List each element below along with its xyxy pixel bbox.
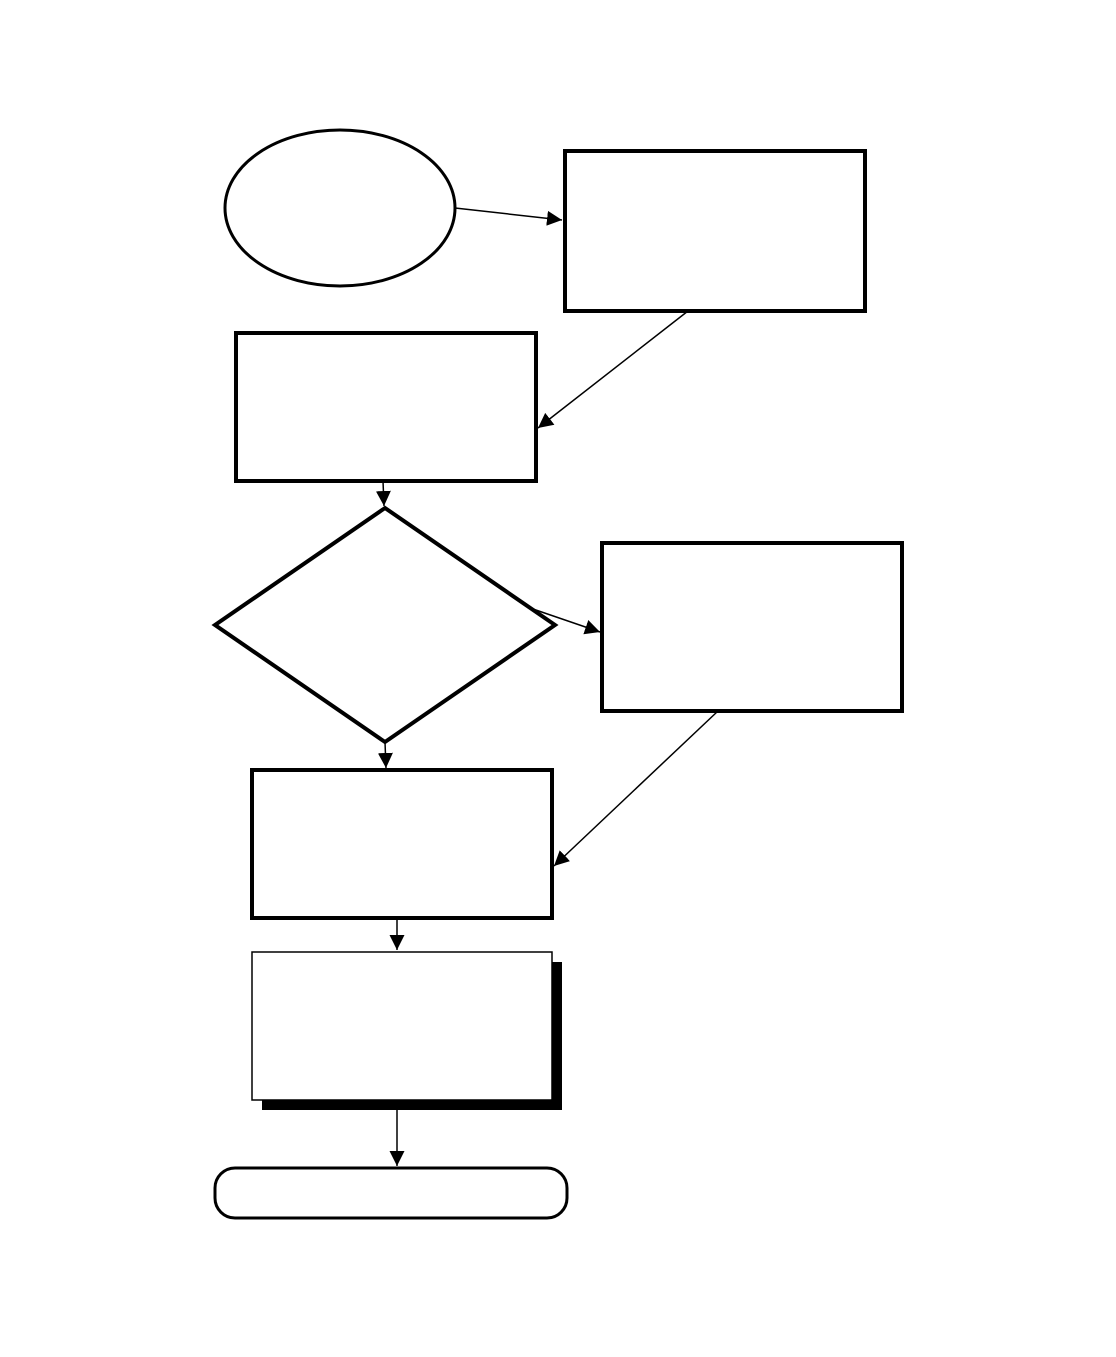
process-box-2 bbox=[236, 333, 536, 481]
arrow-box3-to-box4 bbox=[554, 711, 718, 866]
flowchart-canvas bbox=[0, 0, 1116, 1357]
end-node bbox=[215, 1168, 567, 1218]
process-box-4 bbox=[252, 770, 552, 918]
process-box-3 bbox=[602, 543, 902, 711]
arrow-start-to-box1 bbox=[455, 208, 562, 220]
arrow-box1-to-box2 bbox=[538, 311, 688, 428]
arrow-box2-to-decision bbox=[383, 481, 384, 506]
start-node bbox=[225, 130, 455, 286]
decision-node bbox=[215, 508, 555, 742]
arrow-decision-to-box4 bbox=[385, 742, 386, 768]
shadow-box bbox=[252, 952, 552, 1100]
process-box-1 bbox=[565, 151, 865, 311]
